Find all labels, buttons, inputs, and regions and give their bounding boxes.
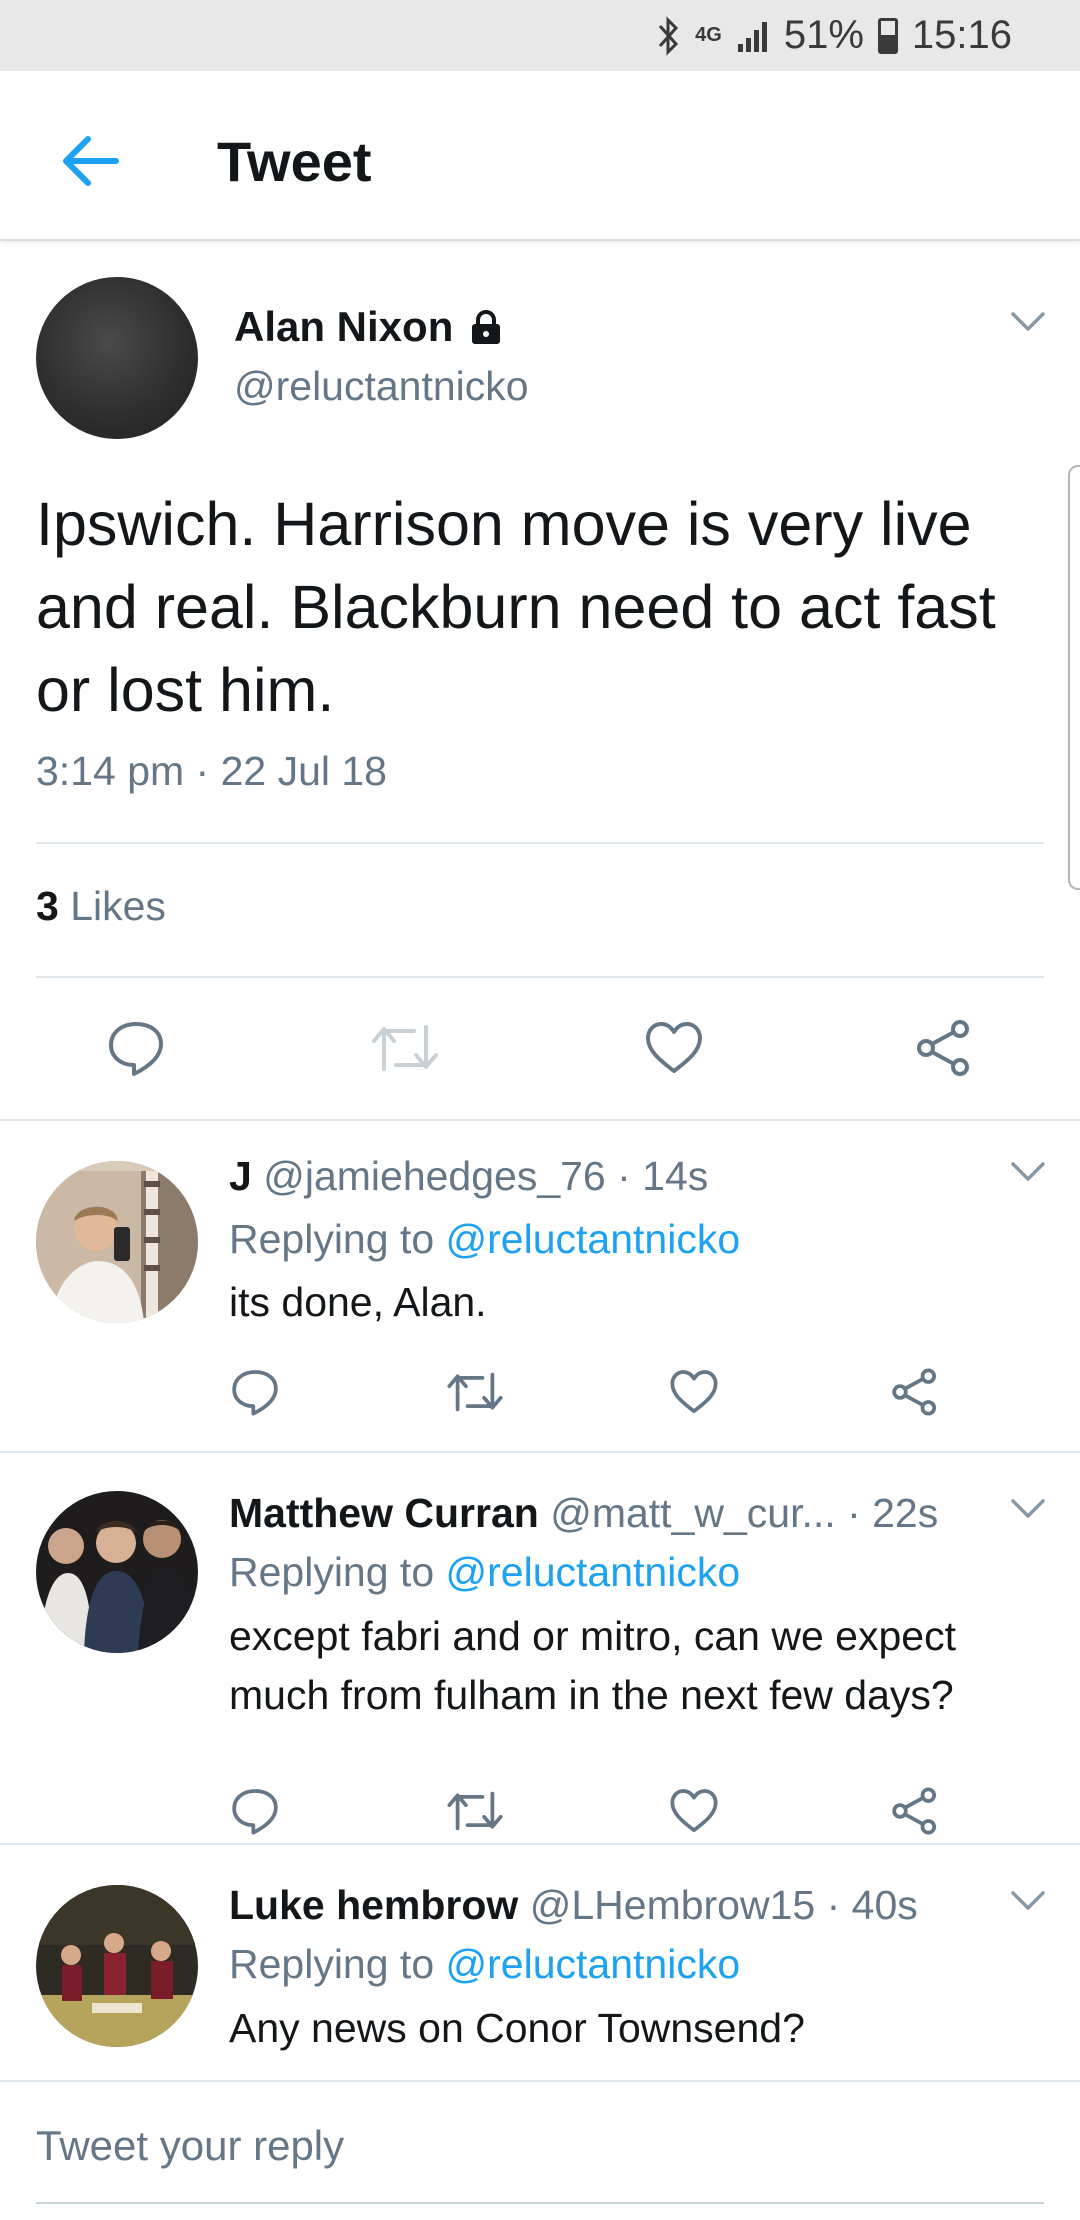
chevron-down-icon[interactable]	[1010, 1890, 1046, 1917]
reply-icon[interactable]	[225, 1362, 285, 1422]
reply-text: Any news on Conor Townsend?	[229, 2005, 805, 2051]
reply-age: · 40s	[826, 1882, 918, 1928]
replying-to-link[interactable]: @reluctantnicko	[446, 1941, 741, 1987]
author-name[interactable]: Alan Nixon	[234, 303, 453, 351]
divider	[36, 976, 1044, 978]
reply-author-handle[interactable]: @LHembrow15	[530, 1882, 815, 1928]
section-divider	[0, 1119, 1080, 1121]
reply-author-handle[interactable]: @matt_w_cur...	[550, 1490, 835, 1536]
page-title: Tweet	[217, 130, 372, 193]
chevron-down-icon[interactable]	[1010, 311, 1046, 338]
likes-label: Likes	[70, 883, 166, 929]
reply-text: except fabri and or mitro, can we expect…	[229, 1613, 956, 1718]
bluetooth-icon	[655, 15, 681, 56]
app-bar: Tweet	[0, 71, 1080, 241]
avatar[interactable]	[36, 1491, 198, 1653]
retweet-icon[interactable]	[445, 1362, 505, 1422]
replying-to-link[interactable]: @reluctantnicko	[446, 1549, 741, 1595]
reply-composer: Tweet your reply	[0, 2080, 1080, 2220]
reply-input-underline	[36, 2202, 1044, 2204]
reply-author-name[interactable]: Luke hembrow	[229, 1882, 518, 1928]
battery-icon	[877, 17, 898, 54]
tweet-text: Ipswich. Harrison move is very live and …	[36, 490, 996, 724]
battery-percent: 51%	[783, 13, 864, 57]
retweet-icon	[365, 1008, 445, 1088]
tweet-timestamp: 3:14 pm · 22 Jul 18	[36, 748, 387, 794]
status-bar: 4G 51% 15:16	[0, 0, 1080, 71]
reply-icon[interactable]	[96, 1008, 176, 1088]
section-divider	[0, 1843, 1080, 1845]
likes-number: 3	[36, 883, 59, 929]
divider	[36, 842, 1044, 844]
reply-input[interactable]: Tweet your reply	[36, 2122, 344, 2170]
reply-author-name[interactable]: Matthew Curran	[229, 1490, 539, 1536]
replying-prefix: Replying to	[229, 1549, 435, 1595]
reply-age: · 14s	[617, 1153, 709, 1199]
chevron-down-icon[interactable]	[1010, 1161, 1046, 1188]
reply-header: Matthew Curran @matt_w_cur... · 22s	[229, 1490, 938, 1537]
back-arrow-icon[interactable]	[50, 121, 130, 201]
reply-icon[interactable]	[225, 1781, 285, 1841]
clock: 15:16	[911, 13, 1012, 57]
share-icon[interactable]	[885, 1781, 945, 1841]
replying-to: Replying to @reluctantnicko	[229, 1216, 740, 1263]
author-handle[interactable]: @reluctantnicko	[234, 363, 529, 410]
reply-author-name[interactable]: J	[229, 1153, 252, 1199]
like-icon[interactable]	[664, 1781, 724, 1841]
replying-to: Replying to @reluctantnicko	[229, 1549, 740, 1596]
replying-to-link[interactable]: @reluctantnicko	[446, 1216, 741, 1262]
reply-text: its done, Alan.	[229, 1279, 487, 1325]
reply-age: · 22s	[847, 1490, 939, 1536]
signal-icon	[736, 18, 770, 54]
share-icon[interactable]	[885, 1362, 945, 1422]
reply-header: J @jamiehedges_76 · 14s	[229, 1153, 708, 1200]
avatar[interactable]	[36, 277, 198, 439]
replying-prefix: Replying to	[229, 1216, 435, 1262]
lock-icon	[467, 308, 505, 346]
author-name-row[interactable]: Alan Nixon	[234, 303, 505, 351]
scroll-handle[interactable]	[1068, 465, 1080, 890]
section-divider	[0, 1451, 1080, 1453]
avatar[interactable]	[36, 1161, 198, 1323]
avatar[interactable]	[36, 1885, 198, 2047]
chevron-down-icon[interactable]	[1010, 1498, 1046, 1525]
tweet-actions	[0, 1008, 1080, 1108]
reply-header: Luke hembrow @LHembrow15 · 40s	[229, 1882, 918, 1929]
reply-author-handle[interactable]: @jamiehedges_76	[263, 1153, 606, 1199]
retweet-icon[interactable]	[445, 1781, 505, 1841]
like-icon[interactable]	[664, 1362, 724, 1422]
like-icon[interactable]	[634, 1008, 714, 1088]
network-type: 4G	[695, 24, 722, 46]
share-icon[interactable]	[904, 1008, 984, 1088]
likes-count[interactable]: 3 Likes	[36, 883, 166, 930]
replying-to: Replying to @reluctantnicko	[229, 1941, 740, 1988]
replying-prefix: Replying to	[229, 1941, 435, 1987]
